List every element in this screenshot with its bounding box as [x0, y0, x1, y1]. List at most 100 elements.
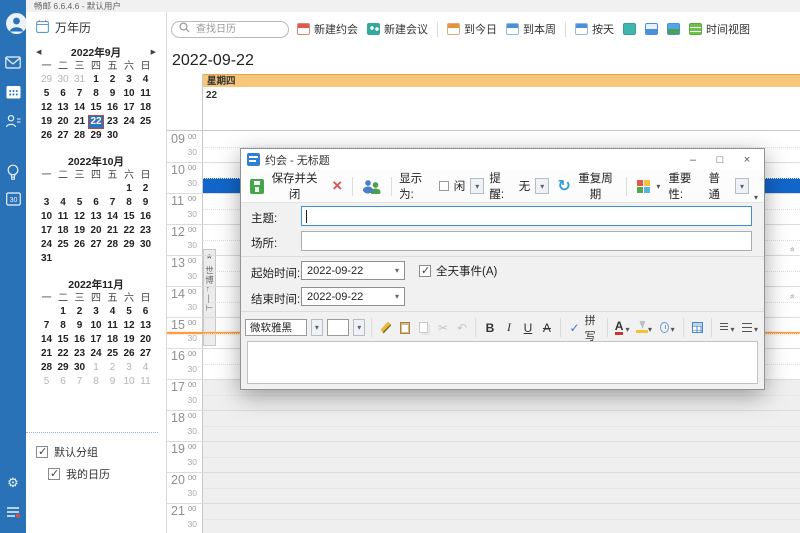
list-button[interactable]	[740, 319, 760, 336]
mini-day[interactable]: 4	[137, 361, 154, 375]
mini-day[interactable]: 5	[38, 87, 55, 101]
mini-day[interactable]: 1	[121, 182, 138, 196]
mini-day[interactable]: 17	[121, 101, 138, 115]
location-field[interactable]	[301, 231, 752, 251]
mini-day[interactable]: 3	[121, 73, 138, 87]
mini-day[interactable]: 12	[121, 319, 138, 333]
mini-day[interactable]: 4	[104, 305, 121, 319]
mini-day[interactable]: 4	[55, 196, 72, 210]
toolbar-overflow-icon[interactable]	[754, 193, 758, 202]
mini-day[interactable]: 11	[137, 375, 154, 389]
checkbox[interactable]	[419, 265, 431, 277]
mini-day[interactable]: 3	[38, 196, 55, 210]
time-view-button[interactable]: 时间视图	[689, 21, 750, 37]
font-size-select[interactable]	[327, 319, 349, 336]
mini-day[interactable]: 31	[71, 73, 88, 87]
show-as-dropdown[interactable]	[470, 178, 484, 194]
mini-day[interactable]: 24	[121, 115, 138, 129]
mini-day[interactable]: 9	[104, 375, 121, 389]
mini-day[interactable]: 6	[55, 87, 72, 101]
goto-week-button[interactable]: 到本周	[506, 21, 556, 37]
contacts-icon[interactable]	[0, 114, 26, 128]
underline-button[interactable]: U	[520, 320, 535, 336]
mini-day[interactable]: 19	[38, 115, 55, 129]
mini-day[interactable]: 1	[88, 361, 105, 375]
font-size-dropdown[interactable]	[353, 319, 365, 336]
mini-day[interactable]: 6	[55, 375, 72, 389]
avatar[interactable]	[3, 13, 29, 34]
recurrence-button[interactable]: ↻ 重复周期	[554, 168, 619, 204]
mini-day[interactable]: 2	[104, 73, 121, 87]
mini-day[interactable]: 10	[38, 210, 55, 224]
calendar-group-item[interactable]: 我的日历	[26, 463, 158, 485]
checkbox[interactable]	[48, 468, 60, 480]
mini-day[interactable]: 13	[137, 319, 154, 333]
mini-day[interactable]: 8	[55, 319, 72, 333]
mini-day[interactable]: 16	[104, 101, 121, 115]
save-and-close-button[interactable]: 保存并关闭	[247, 168, 324, 204]
format-painter-button[interactable]	[378, 321, 393, 335]
mini-day[interactable]: 17	[38, 224, 55, 238]
checkbox[interactable]	[36, 446, 48, 458]
paste-button[interactable]	[397, 321, 412, 335]
mini-day[interactable]: 26	[71, 238, 88, 252]
mini-day[interactable]: 25	[55, 238, 72, 252]
mini-day[interactable]: 16	[71, 333, 88, 347]
mini-day[interactable]: 28	[71, 129, 88, 143]
mini-day[interactable]: 19	[71, 224, 88, 238]
mini-day[interactable]: 9	[104, 87, 121, 101]
mini-day[interactable]: 30	[55, 73, 72, 87]
month-view-button[interactable]	[645, 23, 658, 35]
mini-day[interactable]: 8	[88, 375, 105, 389]
mini-day[interactable]: 1	[55, 305, 72, 319]
balloon-icon[interactable]	[0, 164, 26, 180]
mini-day[interactable]: 20	[88, 224, 105, 238]
mini-day[interactable]: 12	[71, 210, 88, 224]
day-view-button[interactable]: 按天	[575, 21, 614, 37]
font-family-dropdown[interactable]	[311, 319, 323, 336]
mini-day[interactable]: 30	[104, 129, 121, 143]
mini-day[interactable]: 10	[121, 375, 138, 389]
mini-day[interactable]: 11	[104, 319, 121, 333]
mini-day[interactable]: 18	[55, 224, 72, 238]
mini-day[interactable]: 4	[137, 73, 154, 87]
mini-day[interactable]: 18	[137, 101, 154, 115]
mini-day[interactable]: 26	[38, 129, 55, 143]
mini-day[interactable]: 7	[71, 375, 88, 389]
search-calendar-box[interactable]	[171, 21, 289, 38]
mini-day[interactable]: 8	[121, 196, 138, 210]
mini-day[interactable]: 6	[88, 196, 105, 210]
mini-day[interactable]: 25	[137, 115, 154, 129]
mini-day[interactable]: 15	[55, 333, 72, 347]
mini-day[interactable]: 13	[55, 101, 72, 115]
font-color-button[interactable]: A	[614, 319, 631, 336]
category-button[interactable]	[634, 178, 663, 195]
mini-day[interactable]: 22	[88, 115, 105, 129]
mini-day[interactable]: 14	[104, 210, 121, 224]
mini-day[interactable]: 29	[88, 129, 105, 143]
mini-day[interactable]: 30	[137, 238, 154, 252]
mini-day[interactable]: 21	[104, 224, 121, 238]
schedule-icon[interactable]: 30	[0, 192, 26, 206]
mini-day[interactable]: 16	[137, 210, 154, 224]
mini-day[interactable]: 8	[88, 87, 105, 101]
mini-day[interactable]: 25	[104, 347, 121, 361]
mini-day[interactable]: 23	[104, 115, 121, 129]
insert-table-button[interactable]	[690, 321, 705, 334]
copy-button[interactable]	[416, 321, 431, 334]
mini-day[interactable]: 11	[137, 87, 154, 101]
mini-day[interactable]: 20	[55, 115, 72, 129]
mini-day[interactable]: 7	[38, 319, 55, 333]
italic-button[interactable]: I	[501, 319, 516, 336]
mini-day[interactable]: 7	[104, 196, 121, 210]
search-input[interactable]	[194, 23, 274, 36]
mini-day[interactable]: 24	[88, 347, 105, 361]
reminder-dropdown[interactable]	[535, 178, 549, 194]
mini-day[interactable]: 7	[71, 87, 88, 101]
mini-day[interactable]: 5	[71, 196, 88, 210]
mini-day[interactable]: 27	[88, 238, 105, 252]
mini-day[interactable]: 2	[104, 361, 121, 375]
right-collapse-icon[interactable]	[788, 294, 798, 304]
calendar-icon[interactable]	[0, 85, 26, 99]
mini-day[interactable]: 3	[88, 305, 105, 319]
